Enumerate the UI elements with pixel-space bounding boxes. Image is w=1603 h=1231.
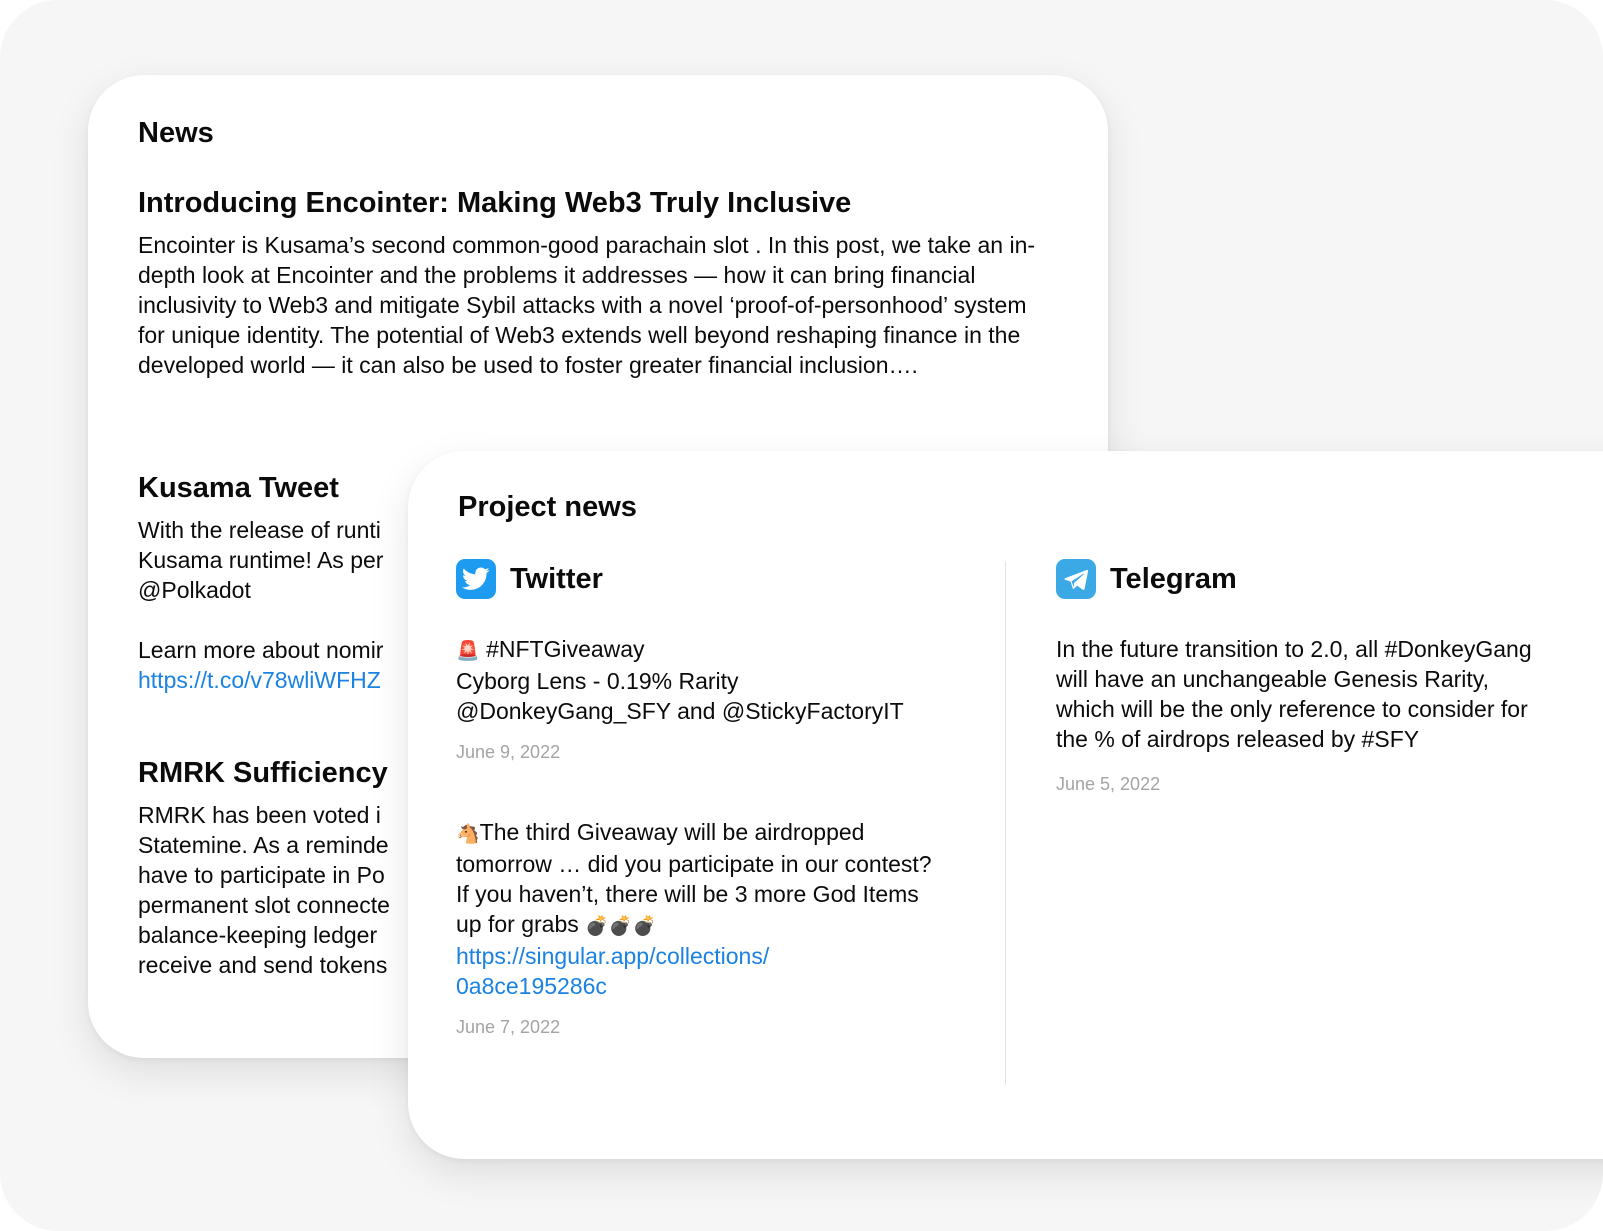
post-line: Cyborg Lens - 0.19% Rarity [456,668,739,694]
post-link[interactable]: https://singular.app/collections/ [456,943,769,969]
background-canvas: News Introducing Encointer: Making Web3 … [0,0,1603,1231]
bomb-emoji: 💣💣💣 [585,915,657,937]
article-body: Encointer is Kusama’s second common-good… [138,232,1036,378]
column-divider [1005,561,1006,1085]
post-date: June 7, 2022 [456,1017,561,1037]
siren-emoji: 🚨 [456,640,480,662]
twitter-column: Twitter 🚨 #NFTGiveaway Cyborg Lens - 0.1… [456,559,956,1037]
news-title: News [138,117,214,149]
post-date: June 5, 2022 [1056,774,1161,794]
telegram-icon [1056,559,1096,599]
twitter-label: Twitter [510,562,603,595]
telegram-header: Telegram [1056,559,1556,599]
twitter-icon [456,559,496,599]
twitter-post[interactable]: 🐴The third Giveaway will be airdropped t… [456,817,946,1039]
twitter-header: Twitter [456,559,956,599]
project-news-title: Project news [458,491,637,523]
article-title[interactable]: Introducing Encointer: Making Web3 Truly… [138,186,1058,220]
post-text: In the future transition to 2.0, all #Do… [1056,636,1532,752]
article-link[interactable]: https://t.co/v78wliWFHZ [138,667,381,693]
news-article[interactable]: Introducing Encointer: Making Web3 Truly… [138,186,1058,380]
post-date: June 9, 2022 [456,742,561,762]
post-link[interactable]: 0a8ce195286c [456,973,607,999]
telegram-post[interactable]: In the future transition to 2.0, all #Do… [1056,634,1536,796]
horse-emoji: 🐴 [456,823,480,845]
post-text: The third Giveaway will be airdropped to… [456,819,932,937]
project-news-card: Project news Twitter 🚨 #NFTGiveaway Cybo… [408,451,1603,1159]
post-line: @DonkeyGang_SFY and @StickyFactoryIT [456,698,904,724]
telegram-label: Telegram [1110,562,1237,595]
post-line: #NFTGiveaway [486,636,645,662]
twitter-post[interactable]: 🚨 #NFTGiveaway Cyborg Lens - 0.19% Rarit… [456,634,976,764]
telegram-column: Telegram In the future transition to 2.0… [1056,559,1556,794]
